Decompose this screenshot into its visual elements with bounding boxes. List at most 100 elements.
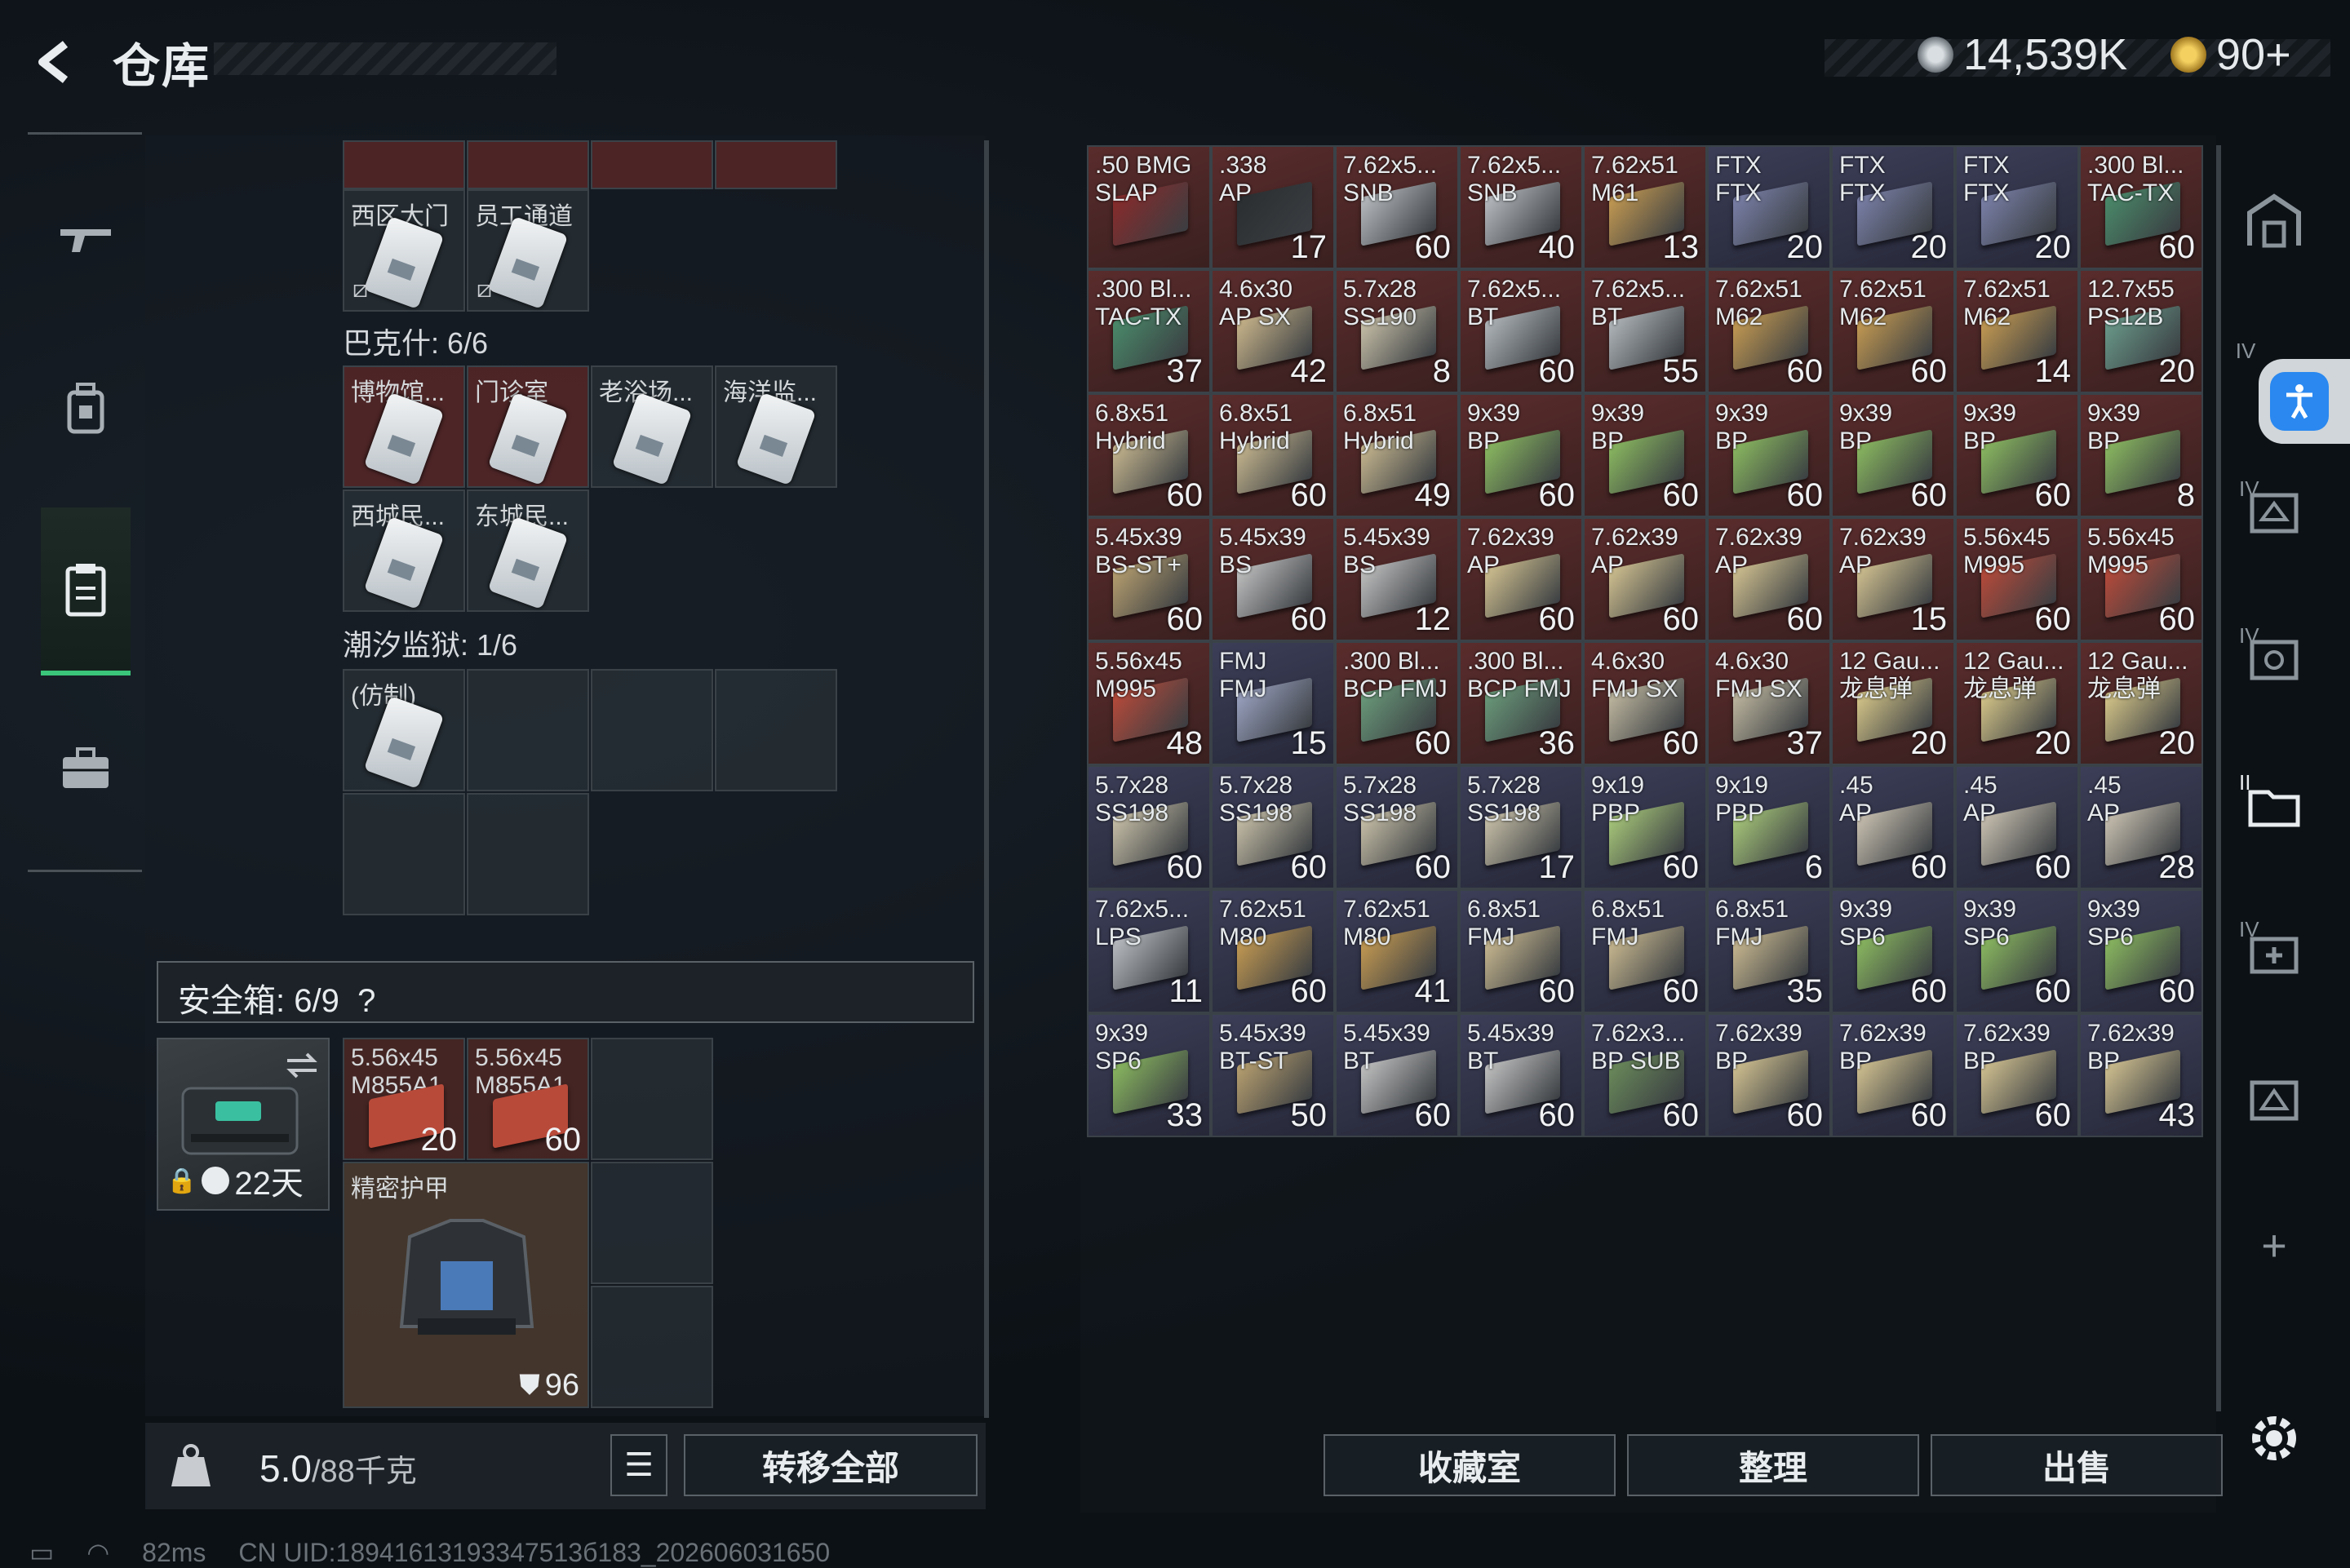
inventory-item[interactable]: 9x39 BP 60 xyxy=(1583,393,1707,517)
inventory-item[interactable]: 9x39 BP 60 xyxy=(1955,393,2079,517)
sidebar-item-stash[interactable] xyxy=(41,507,131,675)
inventory-item[interactable]: FTX FTX 20 xyxy=(1955,145,2079,269)
stash-slot[interactable] xyxy=(715,140,837,189)
inventory-item[interactable]: 12.7x55 PS12B 20 xyxy=(2079,269,2203,393)
inventory-item[interactable]: FMJ FMJ 15 xyxy=(1211,641,1335,765)
sidebar-item-toolbox[interactable] xyxy=(41,687,131,850)
inventory-item[interactable]: 9x39 BP 8 xyxy=(2079,393,2203,517)
inventory-item[interactable]: 5.7x28 SS198 17 xyxy=(1459,765,1583,889)
inventory-item[interactable]: 6.8x51 FMJ 60 xyxy=(1459,889,1583,1013)
inventory-item[interactable]: 9x39 SP6 33 xyxy=(1087,1013,1211,1137)
back-button[interactable] xyxy=(26,33,85,91)
rsidebar-armor[interactable] xyxy=(2236,1061,2312,1137)
accessibility-button[interactable] xyxy=(2259,359,2350,444)
inventory-item[interactable]: 7.62x51 M62 60 xyxy=(1831,269,1955,393)
rsidebar-medical[interactable]: IV xyxy=(2236,914,2312,990)
safebox-container[interactable]: 🔒 22天 xyxy=(157,1038,330,1211)
inventory-item[interactable]: .45 AP 60 xyxy=(1831,765,1955,889)
empty-slot[interactable] xyxy=(591,669,713,791)
inventory-item[interactable]: 9x39 BP 60 xyxy=(1831,393,1955,517)
keycard-slot[interactable]: 西区大门 ⧄ xyxy=(343,189,465,312)
inventory-item[interactable]: 9x19 PBP 60 xyxy=(1583,765,1707,889)
keycard-slot[interactable]: 门诊室 xyxy=(467,365,589,488)
empty-slot[interactable] xyxy=(591,1286,713,1408)
inventory-item[interactable]: 9x39 BP 60 xyxy=(1459,393,1583,517)
inventory-item[interactable]: .300 Bl... TAC-TX 60 xyxy=(2079,145,2203,269)
inventory-item[interactable]: 9x39 BP 60 xyxy=(1707,393,1831,517)
inventory-item[interactable]: 6.8x51 FMJ 35 xyxy=(1707,889,1831,1013)
inventory-item[interactable]: 5.7x28 SS198 60 xyxy=(1335,765,1459,889)
inventory-item[interactable]: 7.62x5... SNB 40 xyxy=(1459,145,1583,269)
inventory-item[interactable]: 7.62x5... BT 60 xyxy=(1459,269,1583,393)
inventory-item[interactable]: 12 Gau... 龙息弹 20 xyxy=(2079,641,2203,765)
inventory-item[interactable]: 5.7x28 SS190 8 xyxy=(1335,269,1459,393)
safebox-ammo-slot[interactable]: 5.56x45 M855A1 60 xyxy=(467,1038,589,1160)
inventory-item[interactable]: .300 Bl... BCP FMJ 60 xyxy=(1335,641,1459,765)
keycard-slot[interactable]: 东城民... xyxy=(467,489,589,612)
swap-icon[interactable] xyxy=(284,1049,320,1082)
inventory-item[interactable]: .300 Bl... BCP FMJ 36 xyxy=(1459,641,1583,765)
inventory-item[interactable]: 5.45x39 BS 12 xyxy=(1335,517,1459,641)
inventory-item[interactable]: FTX FTX 20 xyxy=(1831,145,1955,269)
inventory-item[interactable]: 7.62x5... LPS 11 xyxy=(1087,889,1211,1013)
empty-slot[interactable] xyxy=(591,1038,713,1160)
inventory-item[interactable]: 7.62x51 M62 14 xyxy=(1955,269,2079,393)
empty-slot[interactable] xyxy=(343,793,465,915)
inventory-item[interactable]: 7.62x3... BP SUB 60 xyxy=(1583,1013,1707,1137)
transfer-all-button[interactable]: 转移全部 xyxy=(684,1434,978,1496)
inventory-item[interactable]: 7.62x39 BP 60 xyxy=(1831,1013,1955,1137)
inventory-item[interactable]: 7.62x51 M62 60 xyxy=(1707,269,1831,393)
inventory-item[interactable]: 5.56x45 M995 60 xyxy=(1955,517,2079,641)
rsidebar-vehicle[interactable]: IV xyxy=(2236,620,2312,697)
inventory-item[interactable]: .300 Bl... TAC-TX 37 xyxy=(1087,269,1211,393)
safebox-ammo-slot[interactable]: 5.56x45 M855A1 20 xyxy=(343,1038,465,1160)
empty-slot[interactable] xyxy=(715,669,837,791)
help-icon[interactable]: ? xyxy=(357,983,375,1019)
inventory-item[interactable]: 6.8x51 FMJ 60 xyxy=(1583,889,1707,1013)
inventory-item[interactable]: 5.45x39 BT 60 xyxy=(1335,1013,1459,1137)
inventory-item[interactable]: FTX FTX 20 xyxy=(1707,145,1831,269)
empty-slot[interactable] xyxy=(467,793,589,915)
stash-slot[interactable] xyxy=(591,140,713,189)
inventory-item[interactable]: 7.62x39 BP 43 xyxy=(2079,1013,2203,1137)
keycard-slot[interactable]: 海洋监... xyxy=(715,365,837,488)
inventory-item[interactable]: 5.7x28 SS198 60 xyxy=(1211,765,1335,889)
inventory-item[interactable]: 5.45x39 BT 60 xyxy=(1459,1013,1583,1137)
empty-slot[interactable] xyxy=(467,669,589,791)
inventory-item[interactable]: 7.62x39 AP 60 xyxy=(1707,517,1831,641)
keycard-slot[interactable]: 员工通道 ⧄ xyxy=(467,189,589,312)
inventory-item[interactable]: 4.6x30 AP SX 42 xyxy=(1211,269,1335,393)
inventory-item[interactable]: 9x39 SP6 60 xyxy=(2079,889,2203,1013)
inventory-item[interactable]: 7.62x5... BT 55 xyxy=(1583,269,1707,393)
inventory-item[interactable]: 5.45x39 BS 60 xyxy=(1211,517,1335,641)
inventory-item[interactable]: 12 Gau... 龙息弹 20 xyxy=(1831,641,1955,765)
inventory-item[interactable]: 7.62x51 M61 13 xyxy=(1583,145,1707,269)
keycard-slot[interactable]: 老浴场... xyxy=(591,365,713,488)
empty-slot[interactable] xyxy=(591,1162,713,1284)
inventory-item[interactable]: 6.8x51 Hybrid 60 xyxy=(1087,393,1211,517)
rsidebar-files[interactable]: II xyxy=(2236,767,2312,844)
inventory-item[interactable]: 5.56x45 M995 60 xyxy=(2079,517,2203,641)
inventory-item[interactable]: 5.45x39 BS-ST+ 60 xyxy=(1087,517,1211,641)
inventory-item[interactable]: 7.62x51 M80 60 xyxy=(1211,889,1335,1013)
rsidebar-container[interactable]: IV xyxy=(2236,473,2312,550)
inventory-item[interactable]: 7.62x39 AP 60 xyxy=(1459,517,1583,641)
inventory-item[interactable]: .45 AP 60 xyxy=(1955,765,2079,889)
inventory-item[interactable]: 12 Gau... 龙息弹 20 xyxy=(1955,641,2079,765)
stash-slot[interactable] xyxy=(467,140,589,189)
inventory-item[interactable]: 7.62x39 BP 60 xyxy=(1707,1013,1831,1137)
inventory-item[interactable]: 7.62x51 M80 41 xyxy=(1335,889,1459,1013)
inventory-item[interactable]: 4.6x30 FMJ SX 60 xyxy=(1583,641,1707,765)
armor-slot[interactable]: 精密护甲 ⛊ 96 xyxy=(343,1162,589,1408)
inventory-item[interactable]: 9x39 SP6 60 xyxy=(1955,889,2079,1013)
collection-room-button[interactable]: 收藏室 xyxy=(1324,1434,1616,1496)
inventory-item[interactable]: .338 AP 17 xyxy=(1211,145,1335,269)
inventory-item[interactable]: 9x39 SP6 60 xyxy=(1831,889,1955,1013)
sidebar-item-weapons[interactable] xyxy=(41,157,131,320)
inventory-scrollbar[interactable] xyxy=(2216,145,2221,1411)
inventory-item[interactable]: 9x19 PBP 6 xyxy=(1707,765,1831,889)
stash-slot[interactable] xyxy=(343,140,465,189)
inventory-item[interactable]: 7.62x5... SNB 60 xyxy=(1335,145,1459,269)
inventory-item[interactable]: .50 BMG SLAP xyxy=(1087,145,1211,269)
inventory-item[interactable]: .45 AP 28 xyxy=(2079,765,2203,889)
